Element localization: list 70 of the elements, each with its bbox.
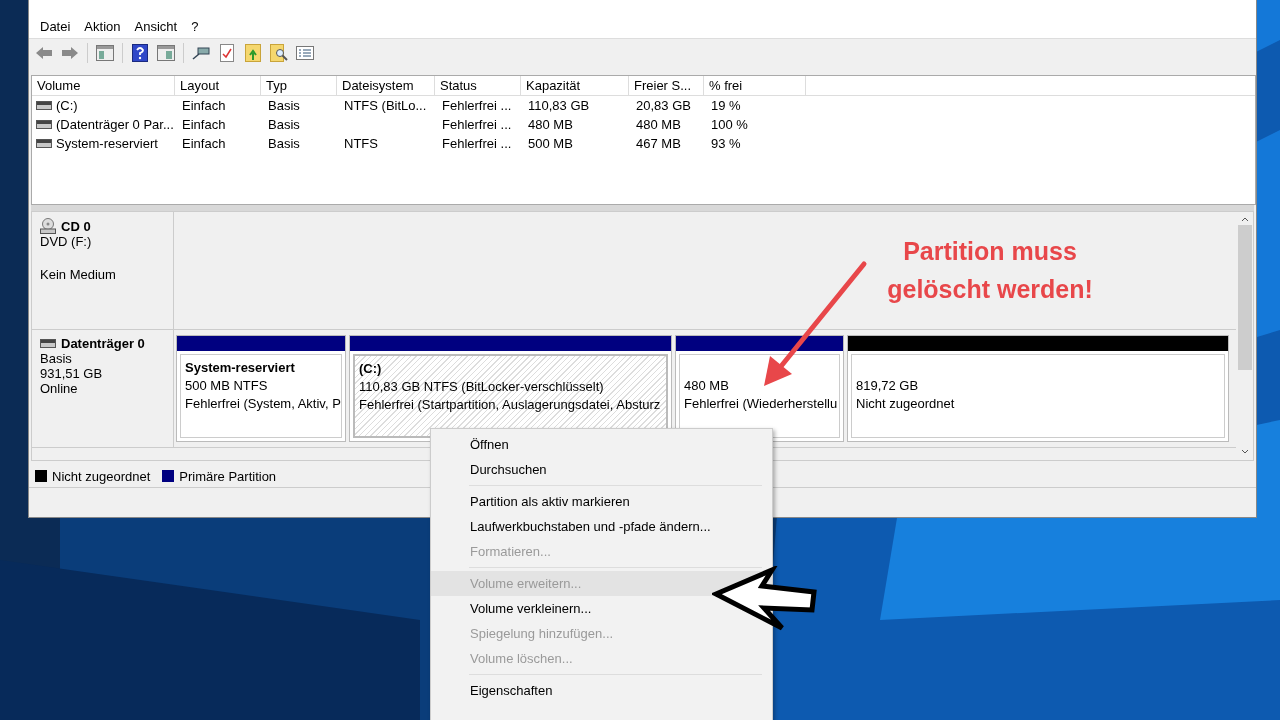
table-cell-text: 100 % [711,116,748,134]
menu-item[interactable]: Aktion [77,16,128,36]
partition-area[interactable]: (C:) 110,83 GB NTFS (BitLocker-verschlüsselt) Fehlerfrei (Startpartition, Auslagerungsdatei, Absturz [353,354,668,438]
table-cell-text: 467 MB [636,135,681,153]
table-cell-text: NTFS [344,135,378,153]
menu-item[interactable]: Laufwerkbuchstaben und -pfade ändern... [431,514,721,539]
partition-block[interactable]: System-reserviert 500 MB NTFS Fehlerfrei (System, Aktiv, P [176,335,346,442]
drive-icon [36,120,52,129]
table-cell-text: 110,83 GB [528,97,590,115]
scroll-down-icon[interactable] [1239,448,1250,456]
menu-item[interactable]: Volume verkleinern... [431,596,602,621]
disk-status: Kein Medium [40,267,117,282]
scroll-up-icon[interactable] [1239,215,1250,223]
menu-item[interactable]: ? [184,16,206,36]
table-cell-text: Fehlerfrei ... [442,135,512,153]
cd-drive-icon [40,218,56,234]
table-cell-text: 93 % [711,135,741,153]
partition-title: System-reserviert [185,359,296,377]
disk-info: DVD (F:) [40,234,93,249]
drive-icon [40,339,56,348]
table-cell-text: 19 % [711,97,741,115]
table-cell-text: Basis [268,135,300,153]
partition-info: 110,83 GB NTFS (BitLocker-verschlüsselt) [359,378,605,396]
partition-info: Fehlerfrei (Startpartition, Auslagerungsdatei, Absturz [359,396,662,414]
partition-info: 819,72 GB [856,377,920,395]
menu-item[interactable]: Datei [33,16,78,36]
partition-info: 500 MB NTFS [185,377,269,395]
disk-name: Datenträger 0 [61,336,145,351]
table-cell-text: Basis [268,97,300,115]
partition-block[interactable]: 819,72 GB Nicht zugeordnet [847,335,1229,442]
table-cell-text: Fehlerfrei ... [442,116,512,134]
window-icon[interactable] [94,42,116,64]
table-cell-text: Basis [268,116,300,134]
table-cell-text: (C:) [56,97,78,115]
table-cell-text: Fehlerfrei ... [442,97,512,115]
table-cell-text: Einfach [182,116,226,134]
partition-info: 480 MB [684,377,730,395]
disk-name: CD 0 [61,218,91,234]
cursor-arrow-icon [712,566,818,632]
window-icon[interactable] [155,42,177,64]
drive-icon [36,139,52,148]
folder-search-icon[interactable] [268,42,290,64]
partition-area[interactable]: System-reserviert 500 MB NTFS Fehlerfrei (System, Aktiv, P [180,354,342,438]
legend-label: Nicht zugeordnet [52,468,151,484]
help-icon[interactable] [129,42,151,64]
table-cell-text: 480 MB [636,116,681,134]
disk-info: 931,51 GB [40,366,104,381]
table-cell-text: Einfach [182,135,226,153]
annotation-text: Partition muss gelöscht werden! [886,236,1094,305]
disk-info: Basis [40,351,73,366]
table-cell-text: NTFS (BitLo... [344,97,427,115]
table-cell-text: 20,83 GB [636,97,691,115]
partition-info: Nicht zugeordnet [856,395,956,413]
drive-icon [36,101,52,110]
table-cell-text: 480 MB [528,116,573,134]
menu-item[interactable]: Partition als aktiv markieren [431,489,640,514]
partition-area[interactable]: 480 MB Fehlerfrei (Wiederherstellu [679,354,840,438]
partition-title: (C:) [359,360,383,378]
table-cell-text: 500 MB [528,135,573,153]
table-cell-text: Einfach [182,97,226,115]
table-cell-text: System-reserviert [56,135,158,153]
menu-item[interactable]: Ansicht [127,16,185,36]
legend-label: Primäre Partition [179,468,277,484]
partition-area[interactable]: 819,72 GB Nicht zugeordnet [851,354,1225,438]
menu-item[interactable]: Eigenschaften [431,678,563,703]
menu-item[interactable]: Durchsuchen [431,457,557,482]
folder-up-icon[interactable] [242,42,264,64]
disk-info: Online [40,381,79,396]
table-cell-text: (Datenträger 0 Par... [56,116,174,134]
partition-info: Fehlerfrei (Wiederherstellu [684,395,835,413]
